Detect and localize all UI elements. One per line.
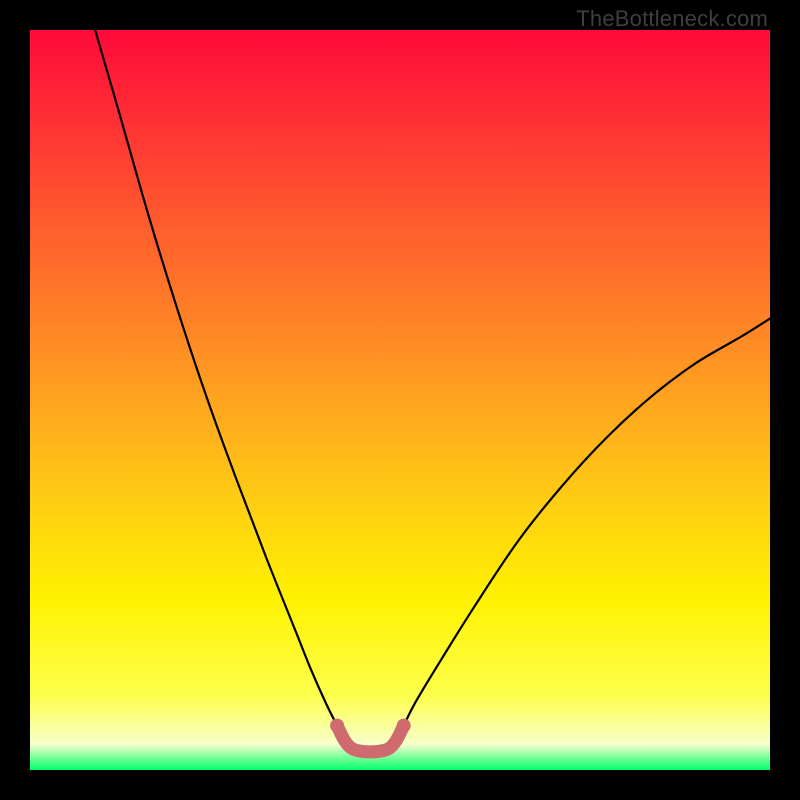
plot-area <box>30 30 770 770</box>
chart-frame: TheBottleneck.com <box>0 0 800 800</box>
bottleneck-curve-chart <box>30 30 770 770</box>
gradient-background <box>30 30 770 770</box>
watermark-text: TheBottleneck.com <box>576 6 768 32</box>
